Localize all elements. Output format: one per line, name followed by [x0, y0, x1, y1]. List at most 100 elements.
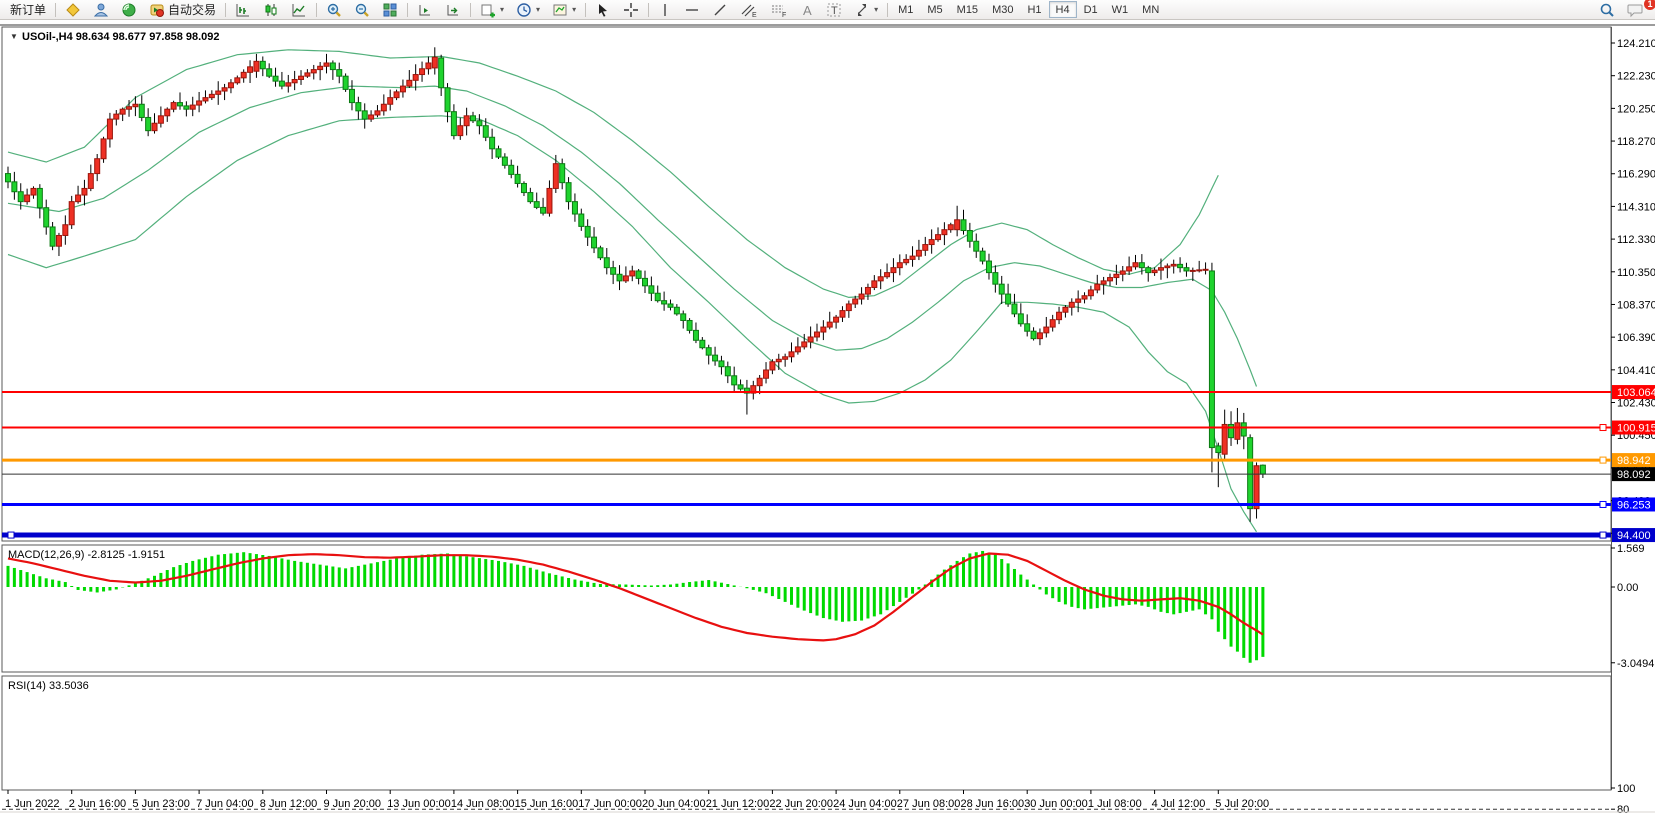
line-chart-icon: [291, 2, 307, 18]
time-axis-label: 5 Jun 23:00: [132, 798, 190, 810]
autotrading-button[interactable]: 自动交易: [143, 1, 222, 19]
chart-window: 124.210122.230120.250118.270116.290114.3…: [0, 20, 1655, 815]
timeframe-d1[interactable]: D1: [1077, 1, 1105, 18]
channel-icon: E: [740, 2, 758, 18]
search-button[interactable]: [1593, 1, 1621, 19]
new-order-label: 新订单: [10, 1, 46, 18]
time-axis-label: 1 Jun 2022: [5, 798, 59, 810]
price-tag: 98.092: [1617, 469, 1651, 481]
price-axis-label: 106.390: [1617, 332, 1655, 344]
periods-button[interactable]: ▾: [510, 1, 546, 19]
toolbar-separator: [225, 3, 226, 17]
macd-axis-label: 1.569: [1617, 543, 1645, 555]
autotrading-icon: [149, 2, 165, 18]
bar-chart-icon: [235, 2, 251, 18]
new-order-button[interactable]: 新订单: [4, 1, 52, 19]
new-chart-button[interactable]: ▾: [474, 1, 510, 19]
price-tag: 94.400: [1617, 530, 1651, 542]
time-axis-label: 4 Jul 12:00: [1152, 798, 1206, 810]
svg-text:A: A: [803, 3, 812, 18]
vertical-line-icon: [658, 2, 672, 18]
rsi-label: RSI(14) 33.5036: [8, 680, 89, 692]
trendline-icon: [712, 2, 728, 18]
line-chart-button[interactable]: [285, 1, 313, 19]
macd-label: MACD(12,26,9) -2.8125 -1.9151: [8, 549, 165, 561]
toolbar-separator: [470, 3, 471, 17]
main-toolbar: 新订单 自动交易 ▾ ▾: [0, 0, 1655, 20]
templates-button[interactable]: ▾: [546, 1, 582, 19]
time-axis-label: 15 Jun 16:00: [515, 798, 579, 810]
price-chart-canvas[interactable]: 124.210122.230120.250118.270116.290114.3…: [0, 20, 1655, 815]
chat-button[interactable]: 1: [1621, 1, 1651, 19]
time-axis-label: 8 Jun 12:00: [260, 798, 318, 810]
marketwatch-button[interactable]: [59, 1, 87, 19]
symbol-ohlc-label: USOil-,H4 98.634 98.677 97.858 98.092: [22, 31, 220, 43]
tile-windows-button[interactable]: [376, 1, 404, 19]
price-axis-label: 102.430: [1617, 398, 1655, 410]
zoom-in-button[interactable]: [320, 1, 348, 19]
zoom-out-button[interactable]: [348, 1, 376, 19]
new-chart-icon: [480, 2, 496, 18]
time-axis-label: 30 Jun 00:00: [1024, 798, 1088, 810]
macd-axis-label: 0.00: [1617, 582, 1638, 594]
text-label-button[interactable]: T: [820, 1, 848, 19]
trendline-button[interactable]: [706, 1, 734, 19]
horizontal-line-icon: [684, 2, 700, 18]
horizontal-line-button[interactable]: [678, 1, 706, 19]
toolbar-separator: [887, 3, 888, 17]
price-axis-label: 108.370: [1617, 299, 1655, 311]
timeframe-w1[interactable]: W1: [1105, 1, 1136, 18]
candlestick-chart-button[interactable]: [257, 1, 285, 19]
toolbar-separator: [407, 3, 408, 17]
vertical-line-button[interactable]: [652, 1, 678, 19]
dropdown-arrow-icon: ▾: [572, 5, 576, 14]
timeframe-m15[interactable]: M15: [950, 1, 985, 18]
zoom-out-icon: [354, 2, 370, 18]
price-tag: 103.064: [1617, 387, 1655, 399]
signals-button[interactable]: [115, 1, 143, 19]
time-axis-label: 5 Jul 20:00: [1215, 798, 1269, 810]
price-axis-label: 112.330: [1617, 234, 1655, 246]
timeframe-m5[interactable]: M5: [920, 1, 949, 18]
cursor-button[interactable]: [589, 1, 617, 19]
chat-bubble-icon: [1627, 2, 1645, 18]
timeframe-m30[interactable]: M30: [985, 1, 1020, 18]
price-axis-label: 122.230: [1617, 71, 1655, 83]
dropdown-arrow-icon: ▾: [536, 5, 540, 14]
dropdown-arrow-icon: ▾: [500, 5, 504, 14]
auto-scroll-button[interactable]: [411, 1, 439, 19]
text-icon: A: [800, 2, 814, 18]
cursor-icon: [595, 2, 611, 18]
timeframe-h4[interactable]: H4: [1049, 1, 1077, 18]
time-axis-label: 13 Jun 00:00: [387, 798, 451, 810]
time-axis-label: 28 Jun 16:00: [961, 798, 1025, 810]
chart-shift-button[interactable]: [439, 1, 467, 19]
accounts-button[interactable]: [87, 1, 115, 19]
time-axis-label: 21 Jun 12:00: [706, 798, 770, 810]
text-button[interactable]: A: [794, 1, 820, 19]
rsi-axis-label: 80: [1617, 804, 1629, 815]
fibonacci-button[interactable]: F: [764, 1, 794, 19]
price-tag: 96.253: [1617, 499, 1651, 511]
time-axis-label: 14 Jun 08:00: [451, 798, 515, 810]
signal-icon: [121, 2, 137, 18]
clock-icon: [516, 2, 532, 18]
price-axis-label: 104.410: [1617, 365, 1655, 377]
arrows-button[interactable]: ▾: [848, 1, 884, 19]
toolbar-separator: [648, 3, 649, 17]
chart-shift-icon: [445, 2, 461, 18]
crosshair-button[interactable]: [617, 1, 645, 19]
price-axis-label: 120.250: [1617, 103, 1655, 115]
timeframe-mn[interactable]: MN: [1135, 1, 1166, 18]
gold-diamond-icon: [65, 2, 81, 18]
time-axis-label: 22 Jun 20:00: [769, 798, 833, 810]
crosshair-icon: [623, 2, 639, 18]
bar-chart-button[interactable]: [229, 1, 257, 19]
equidistant-channel-button[interactable]: E: [734, 1, 764, 19]
timeframe-h1[interactable]: H1: [1020, 1, 1048, 18]
timeframe-m1[interactable]: M1: [891, 1, 920, 18]
text-label-icon: T: [826, 2, 842, 18]
time-axis-label: 20 Jun 04:00: [642, 798, 706, 810]
time-axis-label: 27 Jun 08:00: [897, 798, 961, 810]
toolbar-separator: [316, 3, 317, 17]
